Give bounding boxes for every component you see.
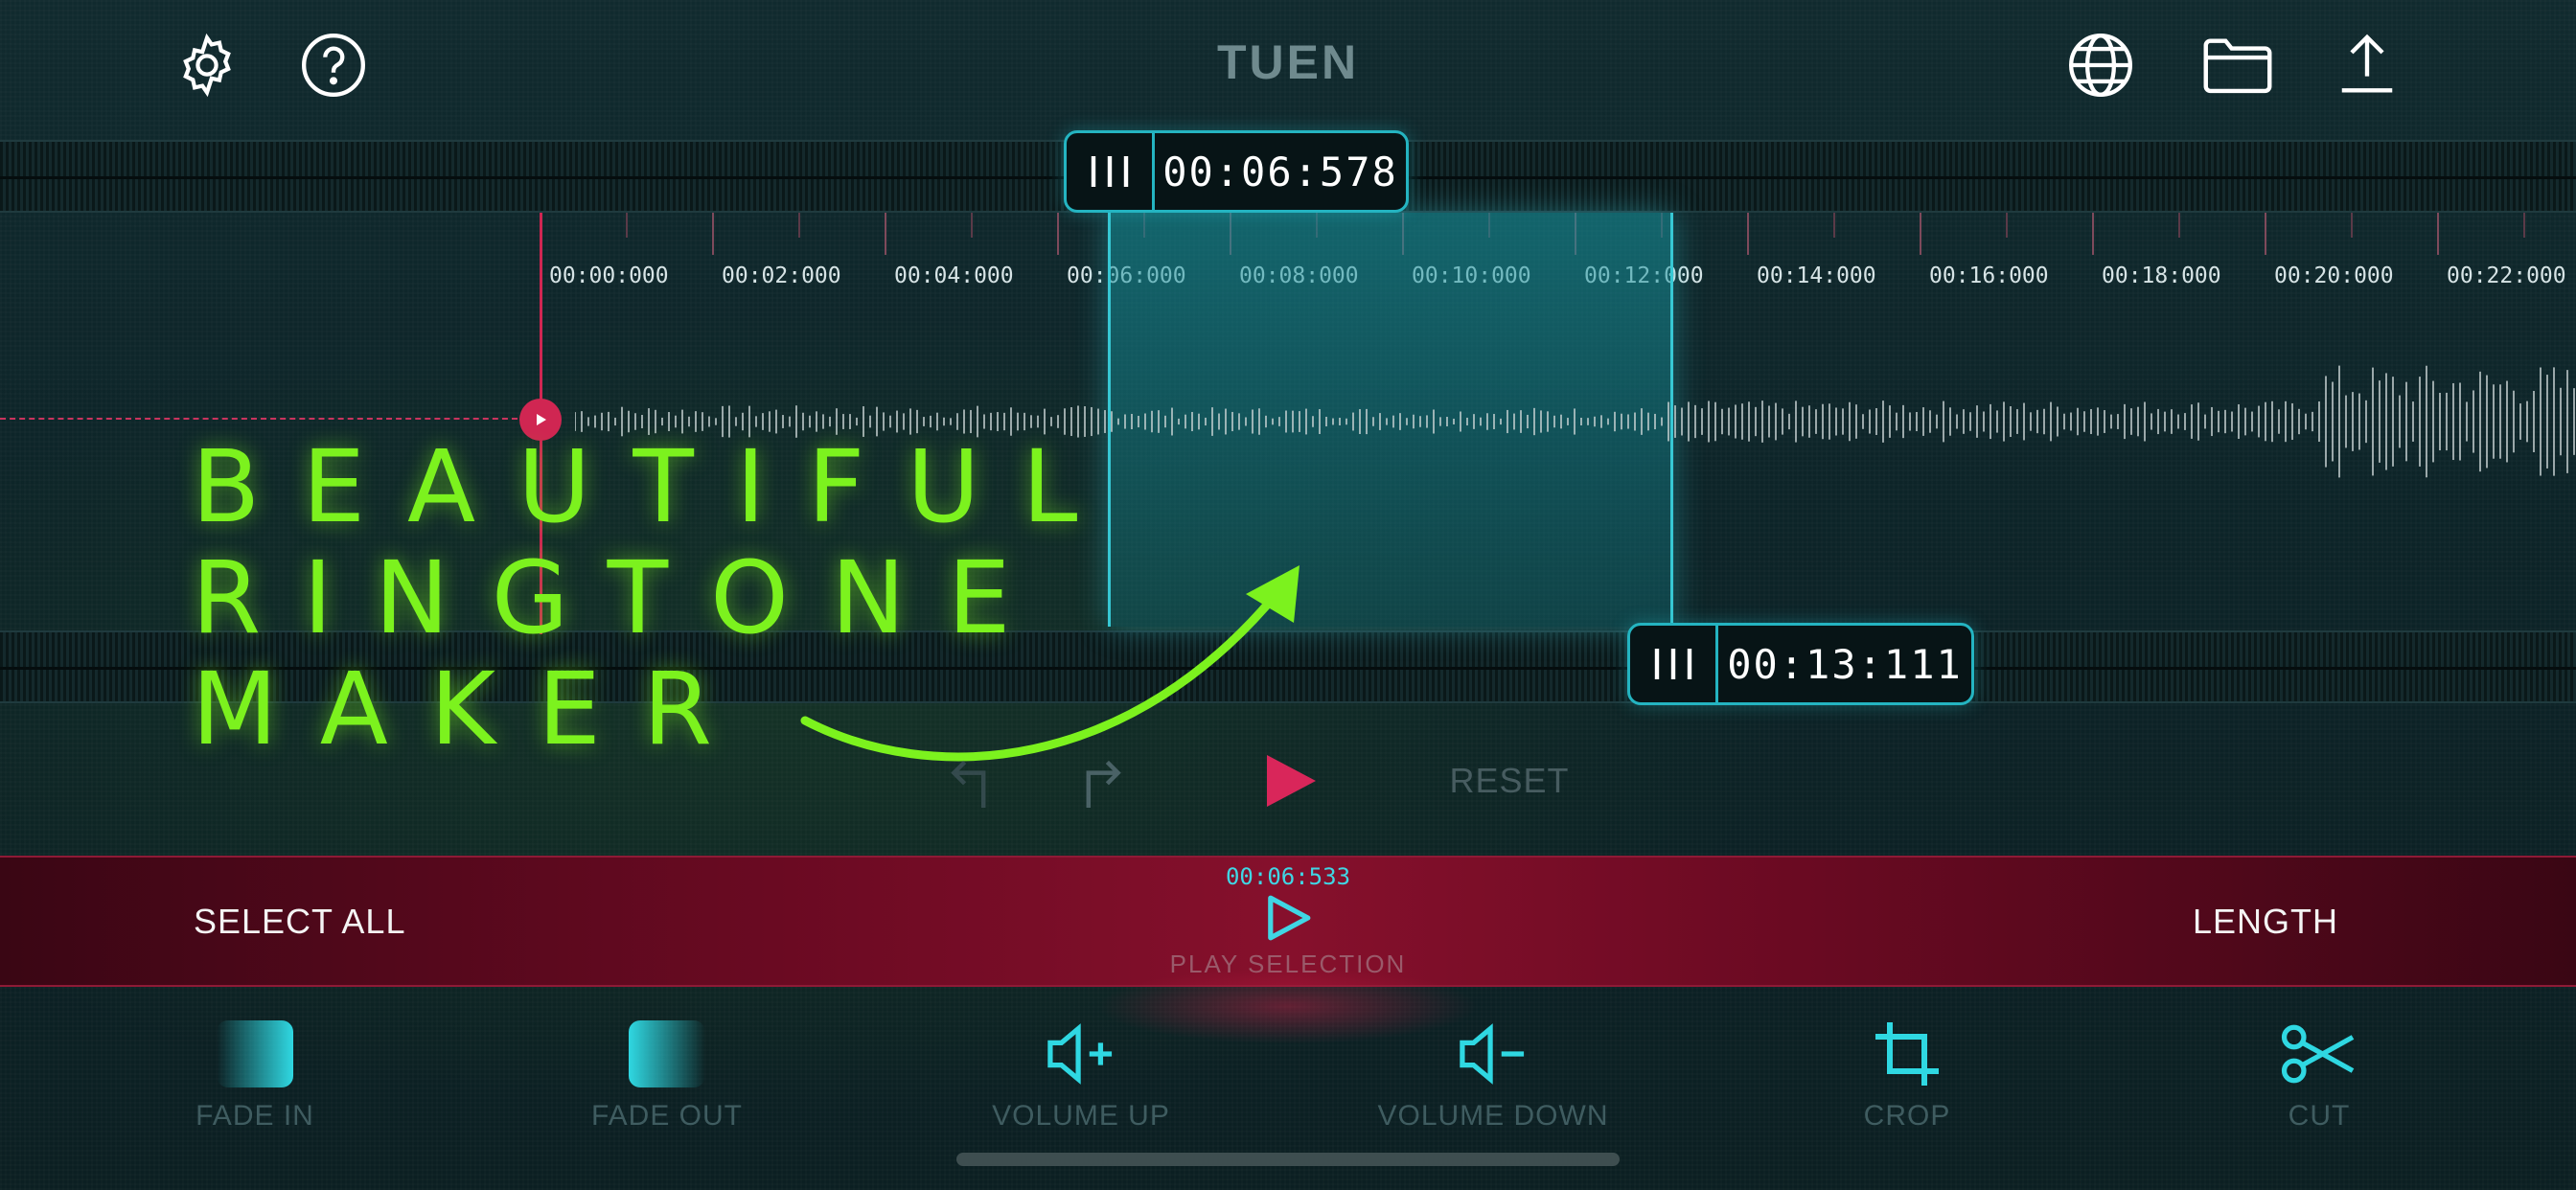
home-indicator[interactable]: [956, 1153, 1620, 1166]
scissors-icon: [2147, 1016, 2492, 1092]
cut-label: CUT: [2288, 1100, 2351, 1132]
timeline-tick: [2265, 213, 2266, 255]
app-title: TUEN: [1216, 35, 1360, 89]
timeline-label: 00:16:000: [1929, 263, 2049, 288]
end-marker[interactable]: 00:13:111: [1627, 623, 1974, 705]
play-icon: [1267, 755, 1316, 807]
timeline-label: 00:04:000: [894, 263, 1014, 288]
folder-icon[interactable]: [2199, 27, 2276, 103]
playhead-guide: [0, 418, 518, 420]
volume-down-icon: [1321, 1016, 1666, 1092]
playback-controls: RESET: [0, 738, 2576, 824]
fade-in-tool[interactable]: FADE IN: [82, 1016, 427, 1133]
volume-down-tool[interactable]: VOLUME DOWN: [1321, 1016, 1666, 1133]
redo-icon[interactable]: [1066, 738, 1133, 824]
crop-icon: [1735, 1016, 2080, 1092]
timeline-tick: [712, 213, 714, 255]
fade-in-icon: [82, 1016, 427, 1092]
cut-tool[interactable]: CUT: [2147, 1016, 2492, 1133]
help-icon[interactable]: [295, 27, 372, 103]
timeline-tick: [885, 213, 886, 255]
crop-tool[interactable]: CROP: [1735, 1016, 2080, 1133]
timeline-label: 00:02:000: [722, 263, 841, 288]
timeline-label: 00:14:000: [1757, 263, 1876, 288]
crop-label: CROP: [1863, 1100, 1951, 1132]
timeline-minor-tick: [2178, 213, 2180, 238]
timeline-tick: [2092, 213, 2094, 255]
undo-icon[interactable]: [939, 738, 1006, 824]
timeline-label: 00:20:000: [2274, 263, 2394, 288]
fade-out-tool[interactable]: FADE OUT: [494, 1016, 840, 1133]
edit-tools: FADE IN FADE OUT VOLUME UP VOLUME DOWN C…: [0, 1016, 2576, 1140]
timeline-tick: [1747, 213, 1749, 255]
select-all-button[interactable]: SELECT ALL: [194, 902, 405, 942]
reset-button[interactable]: RESET: [1447, 738, 1572, 824]
length-button[interactable]: LENGTH: [2193, 902, 2338, 942]
timeline-minor-tick: [626, 213, 628, 238]
timeline-tick: [1920, 213, 1921, 255]
play-button[interactable]: [1261, 738, 1319, 824]
play-selection-button[interactable]: 00:06:533 PLAY SELECTION: [1144, 863, 1432, 979]
volume-up-tool[interactable]: VOLUME UP: [908, 1016, 1254, 1133]
grip-icon: [1067, 133, 1155, 210]
timeline-minor-tick: [971, 213, 973, 238]
fade-out-icon: [494, 1016, 840, 1092]
timeline-minor-tick: [2006, 213, 2008, 238]
globe-icon[interactable]: [2062, 27, 2139, 103]
timeline-tick: [1057, 213, 1059, 255]
timeline-minor-tick: [2523, 213, 2525, 238]
promo-line-1: BEAUTIFUL: [192, 428, 1120, 545]
timeline-tick: [2437, 213, 2439, 255]
volume-up-icon: [908, 1016, 1254, 1092]
timeline-minor-tick: [2351, 213, 2353, 238]
play-icon: [537, 414, 546, 425]
volume-down-label: VOLUME DOWN: [1377, 1100, 1609, 1132]
start-time: 00:06:578: [1162, 148, 1398, 195]
timeline-minor-tick: [798, 213, 800, 238]
timeline-label: 00:00:000: [549, 263, 669, 288]
gear-icon[interactable]: [169, 27, 245, 103]
timeline-label: 00:22:000: [2447, 263, 2566, 288]
current-time: 00:06:533: [1225, 863, 1351, 890]
top-bar: TUEN: [0, 0, 2576, 129]
fade-out-label: FADE OUT: [590, 1100, 743, 1132]
fade-in-label: FADE IN: [196, 1100, 314, 1132]
start-marker[interactable]: 00:06:578: [1064, 130, 1409, 213]
timeline-minor-tick: [1833, 213, 1835, 238]
grip-icon: [1630, 626, 1718, 702]
volume-up-label: VOLUME UP: [992, 1100, 1170, 1132]
share-icon[interactable]: [2329, 27, 2405, 103]
play-outline-icon: [1144, 890, 1432, 946]
reset-label: RESET: [1449, 761, 1570, 800]
timeline-label: 00:18:000: [2102, 263, 2221, 288]
end-time: 00:13:111: [1727, 640, 1963, 688]
